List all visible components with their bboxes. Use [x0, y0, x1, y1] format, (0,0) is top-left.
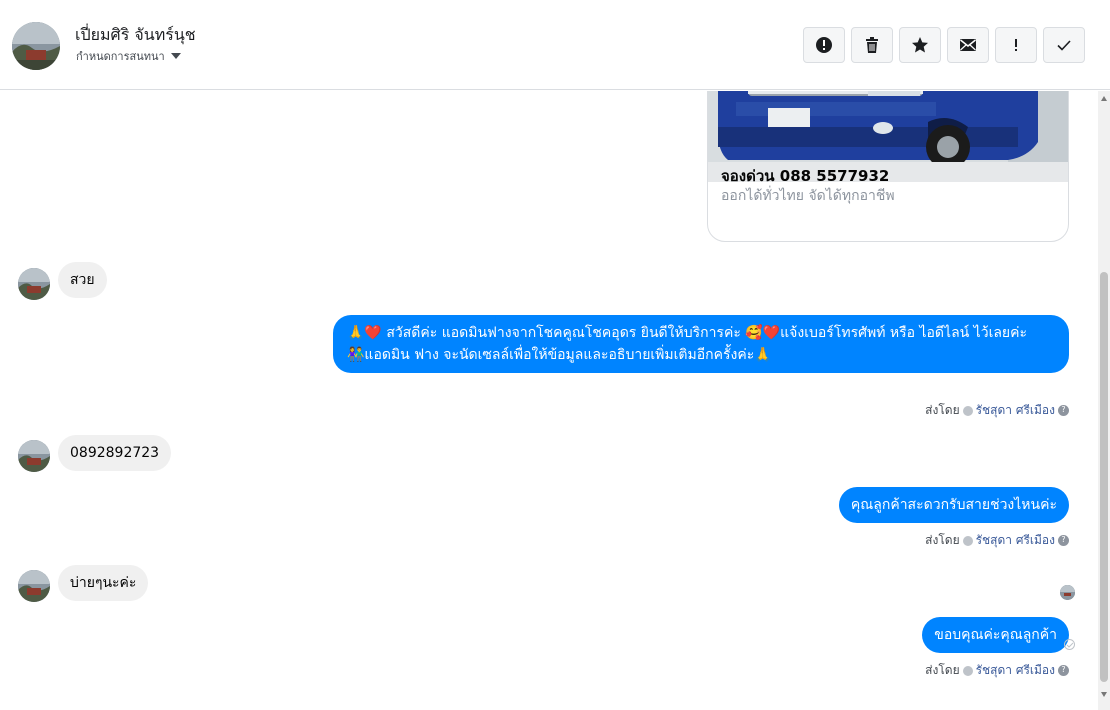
sent-by-prefix: ส่งโดย	[925, 403, 960, 417]
incoming-message: 0892892723	[58, 435, 172, 471]
message-line: 👫แอดมิน ฟาง จะนัดเซลล์เพื่อให้ข้อมูลและอ…	[347, 347, 772, 363]
sender-avatar	[18, 440, 50, 472]
star-icon	[912, 37, 928, 53]
help-icon[interactable]: ?	[1058, 535, 1069, 546]
help-icon[interactable]: ?	[1058, 405, 1069, 416]
star-button[interactable]	[899, 27, 941, 63]
envelope-icon	[960, 39, 976, 51]
conversation-header: เปี่ยมศิริ จันทร์นุช กำหนดการสนทนา	[0, 0, 1110, 90]
scrollbar-thumb[interactable]	[1100, 272, 1108, 682]
incoming-message: สวย	[58, 262, 107, 298]
sent-by-name[interactable]: รัชสุดา ศรีเมือง	[976, 401, 1055, 420]
agent-icon	[962, 665, 973, 676]
mark-unread-button[interactable]	[947, 27, 989, 63]
card-subtitle: ออกได้ทั่วไทย จัดได้ทุกอาชีพ	[721, 188, 895, 204]
trash-icon	[866, 37, 878, 53]
contact-name[interactable]: เปี่ยมศิริ จันทร์นุช	[75, 23, 196, 48]
exclamation-icon	[1015, 39, 1017, 51]
follow-up-button[interactable]	[995, 27, 1037, 63]
conversation-settings-label: กำหนดการสนทนา	[76, 50, 165, 63]
seen-avatar	[1060, 585, 1075, 600]
alert-circle-icon	[816, 37, 832, 53]
sent-by-name[interactable]: รัชสุดา ศรีเมือง	[976, 661, 1055, 680]
scroll-up-arrow-icon[interactable]	[1101, 96, 1107, 101]
sent-by-label: ส่งโดย รัชสุดา ศรีเมือง ?	[925, 661, 1069, 680]
sent-by-label: ส่งโดย รัชสุดา ศรีเมือง ?	[925, 401, 1069, 420]
mark-spam-button[interactable]	[803, 27, 845, 63]
sender-avatar	[18, 570, 50, 602]
sent-by-prefix: ส่งโดย	[925, 663, 960, 677]
caret-down-icon	[170, 53, 181, 59]
link-preview-card[interactable]: จองด่วน 088 5577932 ออกได้ทั่วไทย จัดได้…	[707, 91, 1069, 242]
message-thread[interactable]: จองด่วน 088 5577932 ออกได้ทั่วไทย จัดได้…	[0, 91, 1098, 710]
mark-done-button[interactable]	[1043, 27, 1085, 63]
sent-by-name[interactable]: รัชสุดา ศรีเมือง	[976, 531, 1055, 550]
contact-avatar[interactable]	[12, 22, 60, 70]
help-icon[interactable]: ?	[1058, 665, 1069, 676]
scroll-down-arrow-icon[interactable]	[1101, 692, 1107, 697]
conversation-settings-dropdown[interactable]: กำหนดการสนทนา	[76, 47, 181, 65]
incoming-message: บ่ายๆนะค่ะ	[58, 565, 149, 601]
check-icon	[1057, 40, 1071, 51]
sender-avatar	[18, 268, 50, 300]
delivered-check-icon	[1064, 639, 1075, 650]
agent-icon	[962, 535, 973, 546]
sent-by-label: ส่งโดย รัชสุดา ศรีเมือง ?	[925, 531, 1069, 550]
agent-icon	[962, 405, 973, 416]
outgoing-message: ขอบคุณค่ะคุณลูกค้า	[922, 617, 1069, 653]
outgoing-message: 🙏❤️ สวัสดีค่ะ แอดมินฟางจากโชคคูณโชคอุดร …	[333, 315, 1069, 373]
sent-by-prefix: ส่งโดย	[925, 533, 960, 547]
outgoing-message: คุณลูกค้าสะดวกรับสายช่วงไหนค่ะ	[838, 487, 1069, 523]
message-line: 🙏❤️ สวัสดีค่ะ แอดมินฟางจากโชคคูณโชคอุดร …	[347, 325, 1028, 341]
conversation-toolbar	[803, 27, 1085, 63]
delete-button[interactable]	[851, 27, 893, 63]
